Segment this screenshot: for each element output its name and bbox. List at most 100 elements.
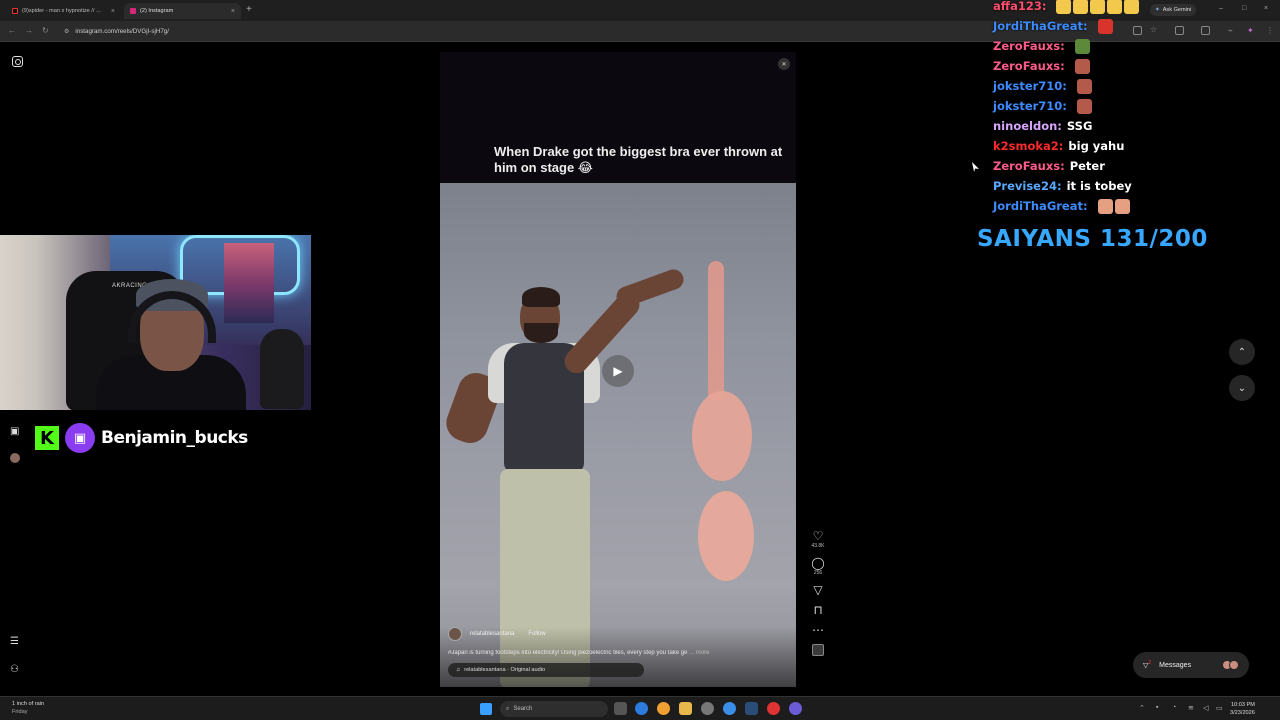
webcam-overlay: AKRACING [0,235,311,410]
threads-icon[interactable]: ⚇ [10,664,19,675]
task-view-icon[interactable] [614,702,627,715]
more-link[interactable]: ... more [689,650,709,656]
author-username[interactable]: relatablesantana [470,631,514,637]
chat-username[interactable]: Previse24: [993,179,1062,193]
audio-thumbnail[interactable] [812,644,824,656]
chat-message: jokster710: [993,96,1280,116]
more-action[interactable]: ⋯ [806,624,830,636]
taskbar-search[interactable]: ⌕ Search [500,701,608,717]
chat-emotes [1097,198,1130,214]
chrome-icon[interactable] [723,702,736,715]
chat-username[interactable]: ZeroFauxs: [993,39,1065,53]
reel-description: #Japan is turning footsteps into electri… [448,650,788,656]
app-icon[interactable] [657,702,670,715]
steam-icon[interactable] [745,702,758,715]
emote-icon [1097,198,1113,214]
volume-icon[interactable]: ◁ [1203,704,1208,712]
network-icon[interactable]: ◔ [1172,704,1176,711]
chat-message: ZeroFauxs: [993,36,1280,56]
chat-emotes [1076,98,1092,114]
chat-username[interactable]: jokster710: [993,99,1067,113]
weather-day: Friday [12,709,28,715]
like-action[interactable]: ♡ 43.8K [806,530,830,549]
chat-username[interactable]: JordiThaGreat: [993,199,1088,213]
comment-icon[interactable]: ◯ [811,557,824,569]
weather-text: 1 inch of rain [12,701,45,707]
audio-thumb[interactable] [806,644,830,656]
heart-icon[interactable]: ♡ [813,530,824,542]
chat-emotes [1074,38,1090,54]
audio-label: relatablesantana · Original audio [464,667,546,673]
reel-author: relatablesantana Follow [448,627,552,641]
description-text: #Japan is turning footsteps into electri… [448,650,688,656]
emote-icon [1056,0,1072,14]
obs-icon[interactable] [767,702,780,715]
reel-video[interactable]: When Drake got the biggest bra ever thro… [440,52,796,687]
close-tab-icon[interactable]: × [111,8,115,15]
chat-username[interactable]: ninoeldon: [993,119,1062,133]
chat-username[interactable]: affa123: [993,0,1046,13]
play-icon[interactable]: ▶ [602,355,634,387]
taskbar-clock[interactable]: 10:03 PM 3/23/2026 [1230,701,1255,717]
reload-icon[interactable]: ↻ [42,26,49,35]
audio-pill[interactable]: ♫ relatablesantana · Original audio [448,663,644,677]
new-tab-button[interactable]: + [246,4,252,15]
streamer-tag: K ▣ Benjamin_bucks [35,423,248,453]
emote-icon [1076,98,1092,114]
chat-emotes [1056,0,1140,14]
emote-icon [1073,0,1089,14]
chat-username[interactable]: k2smoka2: [993,139,1063,153]
chat-username[interactable]: JordiThaGreat: [993,19,1088,33]
tab-spider-man[interactable]: (9)spider - man x hypnotize // ... × [6,3,121,19]
search-label: Search [513,706,533,712]
share-icon[interactable]: ▽ [813,584,822,596]
weather-widget[interactable]: 1 inch of rain Friday [12,700,44,716]
chat-message: affa123: [993,0,1280,16]
previous-reel-button[interactable]: ⌃ [1229,339,1255,365]
menu-hamburger-icon[interactable]: ☰ [10,636,19,647]
instagram-logo-icon[interactable] [12,56,23,67]
chat-emotes [1097,18,1113,34]
chat-username[interactable]: ZeroFauxs: [993,159,1065,173]
follow-button[interactable]: Follow [522,630,551,638]
clock-date: 3/23/2026 [1230,710,1255,716]
edge-icon[interactable] [635,702,648,715]
profile-avatar[interactable] [10,453,20,463]
settings-icon[interactable] [701,702,714,715]
emote-icon [1124,0,1140,14]
discord-icon[interactable] [789,702,802,715]
tray-app-icon[interactable]: ▪ [1156,704,1158,711]
instagram-favicon-icon [130,8,136,14]
stream-chat: affa123: JordiThaGreat: ZeroFauxs: ZeroFaux… [993,0,1280,216]
tray-overflow-icon[interactable]: ⌃ [1139,704,1145,712]
forward-icon[interactable]: → [25,26,33,35]
messages-button[interactable]: ▽2 Messages [1133,652,1249,678]
wifi-icon[interactable]: ≋ [1188,704,1194,712]
figure-forearm [613,266,687,310]
reels-icon[interactable]: ▣ [10,426,19,437]
share-action[interactable]: ▽ [806,584,830,596]
save-action[interactable]: ⊓ [806,604,830,616]
messages-badge: 2 [1148,660,1152,667]
bookmark-icon[interactable]: ⊓ [813,604,822,616]
chat-text: it is tobey [1066,179,1132,193]
file-explorer-icon[interactable] [679,702,692,715]
emote-icon [1097,18,1113,34]
url-field[interactable]: ⚙ instagram.com/reels/DVGjI-sjH7g/ [58,24,1118,39]
close-tab-icon[interactable]: × [231,8,235,15]
chat-username[interactable]: jokster710: [993,79,1067,93]
battery-icon[interactable]: ▭ [1216,704,1223,712]
site-info-icon[interactable]: ⚙ [64,28,69,35]
author-avatar[interactable] [448,627,462,641]
chat-message: Previse24: it is tobey [993,176,1280,196]
reel-caption: When Drake got the biggest bra ever thro… [494,144,783,175]
next-reel-button[interactable]: ⌄ [1229,375,1255,401]
comment-action[interactable]: ◯ 256 [806,557,830,576]
tab-instagram[interactable]: (2) Instagram × [124,3,241,19]
windows-start-icon[interactable] [480,703,492,715]
more-dots-icon[interactable]: ⋯ [812,624,824,636]
mute-icon[interactable]: ✕ [778,58,790,70]
kick-logo-icon: K [35,426,59,450]
back-icon[interactable]: ← [8,26,16,35]
chat-username[interactable]: ZeroFauxs: [993,59,1065,73]
